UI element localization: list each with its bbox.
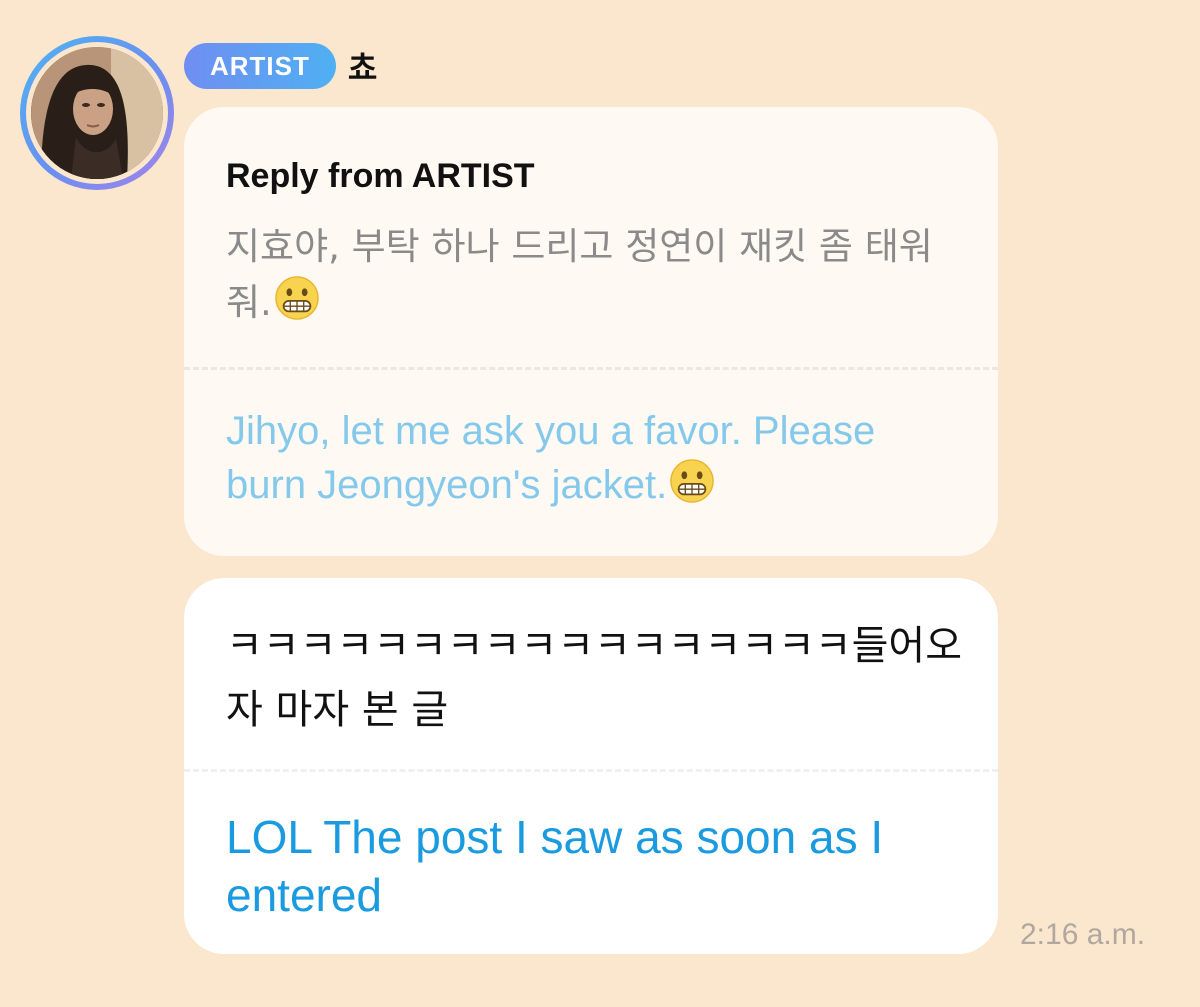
grimacing-face-icon (670, 459, 715, 503)
reply-title: Reply from ARTIST (226, 157, 535, 195)
avatar[interactable] (31, 47, 163, 179)
message-original-text: ㅋㅋㅋㅋㅋㅋㅋㅋㅋㅋㅋㅋㅋㅋㅋㅋㅋ들어오자 마자 본 글 (226, 623, 962, 733)
message-timestamp: 2:16 a.m. (1020, 918, 1146, 951)
translation-divider (184, 769, 998, 772)
message-bubble[interactable]: ㅋㅋㅋㅋㅋㅋㅋㅋㅋㅋㅋㅋㅋㅋㅋㅋㅋ들어오자 마자 본 글 LOL The pos… (184, 578, 998, 954)
message-header: ARTIST 쵸 (184, 42, 377, 90)
reply-original-text: 지효야, 부탁 하나 드리고 정연이 재킷 좀 태워줘. (226, 225, 933, 324)
message-translated-text: LOL The post I saw as soon as I entered (226, 811, 884, 921)
artist-badge: ARTIST (184, 43, 336, 89)
author-name[interactable]: 쵸 (348, 43, 377, 89)
reply-quote-bubble[interactable]: Reply from ARTIST 지효야, 부탁 하나 드리고 정연이 재킷 … (184, 107, 998, 556)
translation-divider (184, 367, 998, 370)
reply-translated-text: Jihyo, let me ask you a favor. Please bu… (226, 409, 876, 507)
avatar-photo-icon (31, 47, 163, 179)
grimacing-face-icon (275, 276, 319, 320)
